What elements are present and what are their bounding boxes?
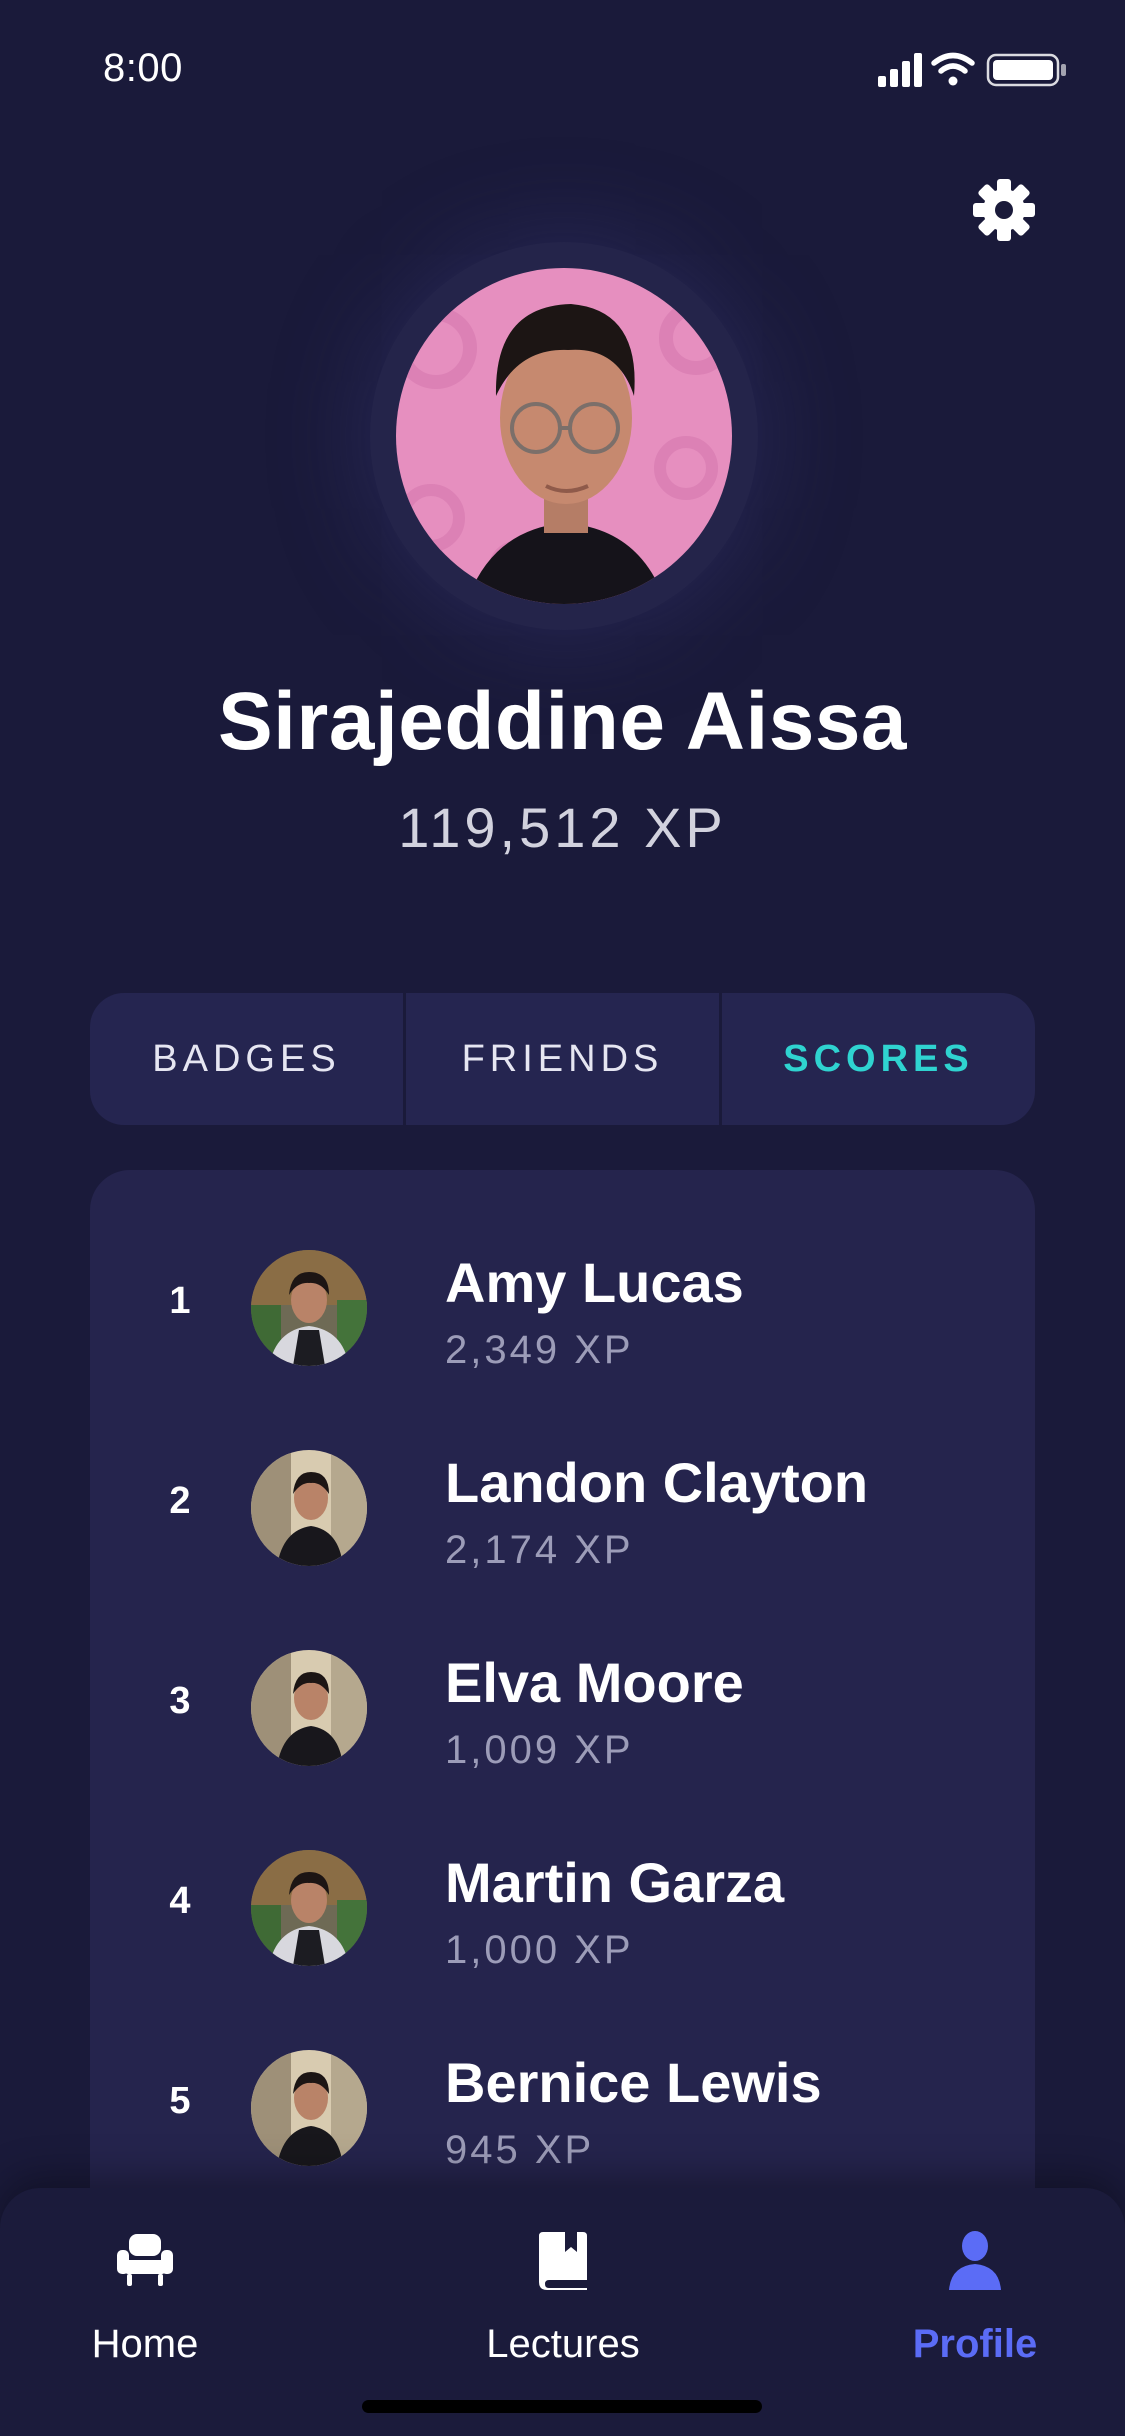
nav-profile-label: Profile <box>912 2322 1038 2366</box>
rank-number: 2 <box>169 1480 191 1522</box>
rank-number: 3 <box>169 1680 191 1722</box>
nav-home-label: Home <box>91 2322 199 2366</box>
rank-number: 4 <box>169 1880 191 1922</box>
user-name: Sirajeddine Aissa <box>217 676 908 767</box>
user-icon <box>949 2231 1001 2290</box>
avatar <box>251 1650 367 1766</box>
player-name: Elva Moore <box>445 1651 744 1714</box>
player-xp: 2,174 XP <box>445 1528 634 1572</box>
profile-tabs: BADGES FRIENDS SCORES <box>90 993 1035 1125</box>
tab-badges[interactable]: BADGES <box>90 993 403 1125</box>
list-item[interactable]: 4 Martin Garza 1,000 XP <box>90 1850 1035 2000</box>
armchair-icon <box>117 2234 173 2286</box>
battery-icon <box>986 53 1066 87</box>
status-icons <box>878 52 1066 87</box>
player-xp: 1,009 XP <box>445 1728 634 1772</box>
rank-number: 5 <box>169 2080 191 2122</box>
book-icon <box>539 2232 587 2290</box>
tab-friends[interactable]: FRIENDS <box>403 993 719 1125</box>
cellular-signal-icon <box>878 53 922 87</box>
profile-avatar[interactable] <box>396 268 732 604</box>
list-item[interactable]: 1 Amy Lucas 2,349 XP <box>90 1250 1035 1400</box>
player-xp: 1,000 XP <box>445 1928 634 1972</box>
avatar <box>251 1250 367 1366</box>
player-xp: 945 XP <box>445 2128 595 2172</box>
avatar <box>251 1850 367 1966</box>
player-name: Landon Clayton <box>445 1451 869 1514</box>
tab-scores[interactable]: SCORES <box>719 993 1035 1125</box>
nav-lectures[interactable]: Lectures <box>443 2230 683 2380</box>
rank-number: 1 <box>169 1280 191 1322</box>
player-name: Martin Garza <box>445 1851 785 1914</box>
player-name: Bernice Lewis <box>445 2051 822 2114</box>
scores-list: 1 Amy Lucas 2,349 XP 2 Landon Clayton 2,… <box>90 1170 1035 2270</box>
nav-profile[interactable]: Profile <box>855 2230 1095 2380</box>
avatar <box>251 2050 367 2166</box>
list-item[interactable]: 2 Landon Clayton 2,174 XP <box>90 1450 1035 1600</box>
gear-icon[interactable] <box>972 178 1036 242</box>
avatar <box>251 1450 367 1566</box>
nav-lectures-label: Lectures <box>486 2322 640 2366</box>
bottom-nav: Home Lectures Profile <box>0 2188 1125 2436</box>
home-indicator <box>362 2400 762 2413</box>
player-xp: 2,349 XP <box>445 1328 634 1372</box>
wifi-icon <box>931 52 975 86</box>
list-item[interactable]: 5 Bernice Lewis 945 XP <box>90 2050 1035 2200</box>
user-xp: 119,512 XP <box>398 796 727 859</box>
status-time: 8:00 <box>103 46 183 90</box>
list-item[interactable]: 3 Elva Moore 1,009 XP <box>90 1650 1035 1800</box>
player-name: Amy Lucas <box>445 1251 744 1314</box>
nav-home[interactable]: Home <box>25 2230 265 2380</box>
status-bar: 8:00 <box>0 0 1125 140</box>
